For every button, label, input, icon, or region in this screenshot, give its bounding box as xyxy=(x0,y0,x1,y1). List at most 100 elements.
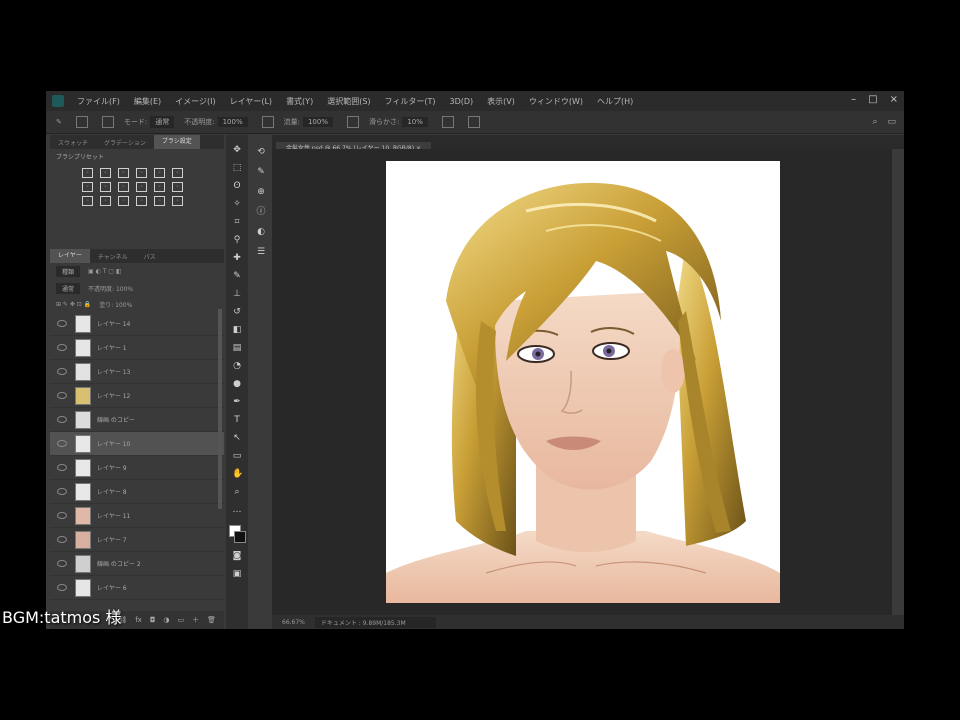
visibility-eye-icon[interactable] xyxy=(57,392,67,399)
layer-row[interactable]: レイヤー 9 xyxy=(50,456,224,480)
mask-icon[interactable]: ◘ xyxy=(150,616,156,624)
eraser-tool-icon[interactable]: ◧ xyxy=(232,325,242,335)
dodge-tool-icon[interactable]: ● xyxy=(232,379,242,389)
brush-preset-icon[interactable]: ◦ xyxy=(172,182,183,192)
stamp-tool-icon[interactable]: ⊥ xyxy=(232,289,242,299)
brush-preset-icon[interactable]: ◦ xyxy=(118,196,129,206)
color-swatches[interactable] xyxy=(229,525,246,543)
tab-layers[interactable]: レイヤー xyxy=(50,249,90,263)
layer-row[interactable]: レイヤー 10 xyxy=(50,432,224,456)
brush-preset-picker[interactable] xyxy=(75,116,88,128)
visibility-eye-icon[interactable] xyxy=(57,440,67,447)
workspace-icon[interactable]: ▭ xyxy=(887,117,896,127)
layer-row[interactable]: 線画 のコピー xyxy=(50,408,224,432)
brush-preset-icon[interactable]: ◦ xyxy=(118,168,129,178)
search-icon[interactable]: ⌕ xyxy=(872,117,877,127)
background-color[interactable] xyxy=(234,531,246,543)
layers-scrollbar[interactable] xyxy=(218,309,222,509)
artboard[interactable] xyxy=(386,161,780,603)
brush-preset-icon[interactable]: ◦ xyxy=(136,168,147,178)
visibility-eye-icon[interactable] xyxy=(57,320,67,327)
brush-preset-icon[interactable]: ◦ xyxy=(136,182,147,192)
fx-icon[interactable]: fx xyxy=(135,616,142,624)
brush-preset-icon[interactable]: ◦ xyxy=(118,182,129,192)
airbrush-icon[interactable] xyxy=(346,116,359,128)
close-button[interactable]: × xyxy=(890,94,898,105)
layer-fill[interactable]: 塗り: 100% xyxy=(99,300,132,309)
brush-preset-icon[interactable]: ◦ xyxy=(172,168,183,178)
tab-channels[interactable]: チャンネル xyxy=(90,252,136,261)
layer-row[interactable]: レイヤー 7 xyxy=(50,528,224,552)
layer-row[interactable]: レイヤー 8 xyxy=(50,480,224,504)
visibility-eye-icon[interactable] xyxy=(57,536,67,543)
visibility-eye-icon[interactable] xyxy=(57,488,67,495)
smoothing-settings-icon[interactable] xyxy=(441,116,454,128)
tab-brush-settings[interactable]: ブラシ設定 xyxy=(153,135,200,149)
menu-edit[interactable]: 編集(E) xyxy=(127,96,168,107)
tab-paths[interactable]: パス xyxy=(136,252,164,261)
brush-tool-icon[interactable]: ✎ xyxy=(232,271,242,281)
brush-preset-icon[interactable]: ◦ xyxy=(136,196,147,206)
visibility-eye-icon[interactable] xyxy=(57,560,67,567)
brush-preset-icon[interactable]: ◦ xyxy=(82,182,93,192)
layer-row[interactable]: レイヤー 11 xyxy=(50,504,224,528)
blur-tool-icon[interactable]: ◔ xyxy=(232,361,242,371)
clone-source-icon[interactable]: ⊕ xyxy=(256,187,266,197)
menu-view[interactable]: 表示(V) xyxy=(480,96,522,107)
zoom-tool-icon[interactable]: ⌕ xyxy=(232,487,242,497)
group-icon[interactable]: ▭ xyxy=(177,616,184,624)
quick-mask-icon[interactable]: ◙ xyxy=(232,551,242,561)
filter-icons[interactable]: ▣ ◐ T ▢ ◧ xyxy=(88,268,122,275)
brush-preset-icon[interactable]: ◦ xyxy=(154,168,165,178)
document-info[interactable]: ドキュメント : 9.89M/185.3M xyxy=(314,616,436,628)
trash-icon[interactable]: 🗑 xyxy=(207,616,216,624)
visibility-eye-icon[interactable] xyxy=(57,416,67,423)
menu-help[interactable]: ヘルプ(H) xyxy=(590,96,640,107)
menu-image[interactable]: イメージ(I) xyxy=(168,96,222,107)
layer-row[interactable]: 線画 のコピー 2 xyxy=(50,552,224,576)
layer-kind-filter[interactable]: 種類 xyxy=(56,266,81,277)
brush-settings-icon[interactable] xyxy=(101,116,114,128)
tab-swatches[interactable]: スウォッチ xyxy=(50,138,96,147)
pressure-opacity-icon[interactable] xyxy=(261,116,274,128)
lock-icons[interactable]: ⊞ ✎ ✥ ⊡ 🔒 xyxy=(56,301,91,308)
smoothing-field[interactable]: 10% xyxy=(402,117,428,127)
new-layer-icon[interactable]: ＋ xyxy=(192,615,199,625)
flow-field[interactable]: 100% xyxy=(302,117,333,127)
brush-preset-icon[interactable]: ◦ xyxy=(100,182,111,192)
brush-preset-icon[interactable]: ◦ xyxy=(100,168,111,178)
crop-tool-icon[interactable]: ⌗ xyxy=(232,217,242,227)
pen-tool-icon[interactable]: ✒ xyxy=(232,397,242,407)
opacity-field[interactable]: 100% xyxy=(217,117,248,127)
menu-window[interactable]: ウィンドウ(W) xyxy=(522,96,590,107)
visibility-eye-icon[interactable] xyxy=(57,464,67,471)
more-tools-icon[interactable]: … xyxy=(232,505,242,515)
history-brush-icon[interactable]: ↺ xyxy=(232,307,242,317)
brush-tool-icon[interactable]: ✎ xyxy=(56,118,62,126)
menu-3d[interactable]: 3D(D) xyxy=(443,97,481,106)
menu-file[interactable]: ファイル(F) xyxy=(70,96,127,107)
lasso-tool-icon[interactable]: ʘ xyxy=(232,181,242,191)
menu-filter[interactable]: フィルター(T) xyxy=(378,96,443,107)
visibility-eye-icon[interactable] xyxy=(57,584,67,591)
brush-preset-icon[interactable]: ◦ xyxy=(154,196,165,206)
marquee-tool-icon[interactable]: ⬚ xyxy=(232,163,242,173)
canvas-area[interactable] xyxy=(272,149,892,615)
shape-tool-icon[interactable]: ▭ xyxy=(232,451,242,461)
brush-panel-icon[interactable]: ✎ xyxy=(256,167,266,177)
move-tool-icon[interactable]: ✥ xyxy=(232,145,242,155)
layer-row[interactable]: レイヤー 1 xyxy=(50,336,224,360)
menu-select[interactable]: 選択範囲(S) xyxy=(320,96,377,107)
eyedropper-tool-icon[interactable]: ⚲ xyxy=(232,235,242,245)
brush-preset-icon[interactable]: ◦ xyxy=(82,196,93,206)
layer-opacity[interactable]: 不透明度: 100% xyxy=(88,284,133,293)
brush-preset-icon[interactable]: ◦ xyxy=(82,168,93,178)
layer-row[interactable]: レイヤー 13 xyxy=(50,360,224,384)
symmetry-icon[interactable] xyxy=(467,116,480,128)
properties-icon[interactable]: ☰ xyxy=(256,247,266,257)
adjustment-icon[interactable]: ◑ xyxy=(163,616,169,624)
tab-gradients[interactable]: グラデーション xyxy=(96,138,154,147)
brush-preset-icon[interactable]: ◦ xyxy=(100,196,111,206)
visibility-eye-icon[interactable] xyxy=(57,512,67,519)
minimize-button[interactable]: – xyxy=(851,94,856,105)
